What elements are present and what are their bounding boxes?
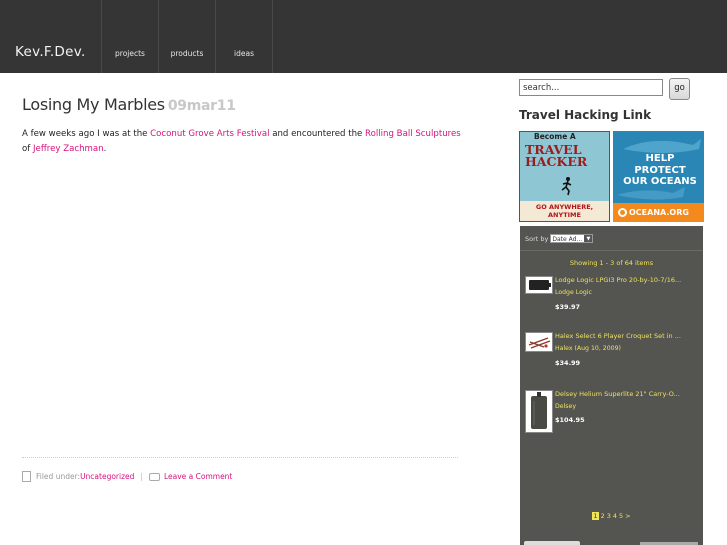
post-date: 09mar11 [167, 98, 236, 114]
sort-label: Sort by [525, 234, 549, 243]
nav-link-products[interactable]: products [159, 49, 215, 58]
body-text: and encountered the [269, 129, 366, 139]
griddle-image [529, 280, 551, 290]
product-item[interactable]: Delsey Helium Superlite 21" Carry-O... D… [525, 390, 701, 440]
page-current: 1 [592, 512, 599, 520]
folder-icon [22, 471, 31, 482]
travel-hacker-ad[interactable]: Become A TRAVEL HACKER GO ANYWHERE, ANYTIM… [519, 131, 610, 222]
product-brand: Delsey [555, 403, 576, 410]
product-item[interactable]: Lodge Logic LPGI3 Pro 20-by-10-7/16... L… [525, 276, 701, 316]
ad-line: Become A [534, 132, 576, 141]
sort-control: Sort by Date Ad... ▼ [525, 234, 594, 243]
post-body: A few weeks ago I was at the Coconut Gro… [22, 127, 462, 156]
body-text: of [22, 143, 34, 154]
results-count: Showing 1 - 3 of 64 items [569, 259, 654, 267]
product-price: $104.95 [555, 416, 585, 424]
ad-footer-text: OCEANA.ORG [629, 208, 689, 217]
ad-footer: OCEANA.ORG [613, 203, 704, 222]
page-link[interactable]: 4 [613, 512, 617, 520]
croquet-set-image [528, 337, 551, 349]
post-title: Losing My Marbles 09mar11 [22, 95, 236, 114]
link-jeffrey-zachman[interactable]: Jeffrey Zachman [33, 144, 104, 154]
nav-link-projects[interactable]: projects [102, 49, 158, 58]
page-link[interactable]: 2 [601, 512, 605, 520]
comment-icon [148, 472, 160, 481]
page-link[interactable]: 3 [607, 512, 611, 520]
post-meta: Filed under: Uncategorized | Leave a Com… [22, 471, 232, 482]
nav-link-ideas[interactable]: ideas [216, 49, 272, 58]
product-thumbnail[interactable] [525, 332, 553, 352]
category-link[interactable]: Uncategorized [80, 472, 134, 481]
product-item[interactable]: Halex Select 6 Player Croquet Set in ...… [525, 332, 701, 372]
sort-select-value: Date Ad... [552, 236, 583, 243]
next-page-link[interactable]: > [625, 512, 630, 520]
ad-headline-line: HELP PROTECT [634, 153, 686, 176]
ad-footer: GO ANYWHERE, ANYTIME [520, 201, 609, 221]
post-divider [22, 457, 458, 458]
ad-headline: TRAVEL HACKER [525, 143, 588, 169]
product-title[interactable]: Delsey Helium Superlite 21" Carry-O... [555, 390, 701, 398]
brand-cell: Kev.F.Dev. [0, 0, 102, 73]
site-brand-link[interactable]: Kev.F.Dev. [15, 44, 86, 60]
pagination: 1 2 3 4 5 > [520, 512, 703, 520]
body-text: A few weeks ago I was at the [22, 129, 151, 139]
nav-item-products[interactable]: products [159, 0, 216, 73]
ad-footer-line: ANYTIME [548, 211, 581, 219]
widget-divider [520, 250, 703, 251]
search-go-button[interactable]: go [669, 78, 690, 100]
ad-headline-line: OUR OCEANS [623, 176, 697, 187]
post-title-link[interactable]: Losing My Marbles [22, 95, 165, 114]
product-title[interactable]: Halex Select 6 Player Croquet Set in ... [555, 332, 701, 340]
product-thumbnail[interactable] [525, 276, 553, 294]
product-widget: Sort by Date Ad... ▼ Showing 1 - 3 of 64… [520, 226, 703, 545]
product-title[interactable]: Lodge Logic LPGI3 Pro 20-by-10-7/16... [555, 276, 701, 284]
top-nav-bar: Kev.F.Dev. projects products ideas [0, 0, 727, 73]
nav-item-ideas[interactable]: ideas [216, 0, 273, 73]
ad-footer-line: GO ANYWHERE, [535, 203, 594, 211]
running-man-icon [561, 177, 572, 196]
oceana-logo-icon [618, 208, 627, 217]
product-price: $39.97 [555, 303, 581, 311]
widget-footer-tab [524, 541, 580, 545]
leave-comment-link[interactable]: Leave a Comment [164, 472, 232, 481]
product-thumbnail[interactable] [525, 390, 553, 433]
sort-select[interactable]: Date Ad... ▼ [550, 234, 594, 243]
sidebar-heading: Travel Hacking Link [519, 108, 652, 122]
chevron-down-icon: ▼ [584, 235, 593, 242]
oceana-ad[interactable]: HELP PROTECT OUR OCEANS OCEANA.ORG [613, 131, 704, 222]
page-link[interactable]: 5 [619, 512, 623, 520]
filed-under-label: Filed under: [36, 472, 81, 481]
meta-separator: | [140, 472, 143, 481]
product-price: $34.99 [555, 359, 581, 367]
link-coconut-grove[interactable]: Coconut Grove Arts Festival [150, 129, 269, 139]
product-brand: Halex (Aug 10, 2009) [555, 345, 621, 352]
search-input[interactable] [519, 79, 663, 96]
suitcase-image [531, 392, 547, 429]
nav-item-projects[interactable]: projects [102, 0, 159, 73]
product-brand: Lodge Logic [555, 289, 592, 296]
ad-headline: HELP PROTECT OUR OCEANS [619, 153, 701, 188]
link-rolling-ball[interactable]: Rolling Ball Sculptures [365, 129, 461, 139]
ad-banner-area: Become A TRAVEL HACKER [520, 132, 609, 203]
ad-headline-line: HACKER [525, 154, 588, 169]
body-text: . [103, 143, 107, 154]
